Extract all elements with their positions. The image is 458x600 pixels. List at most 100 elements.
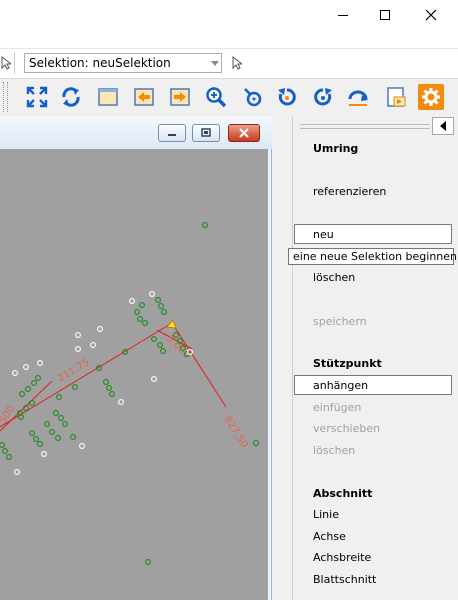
pointer-icon[interactable]: [232, 55, 244, 73]
survey-point-white: [41, 451, 47, 457]
survey-point-green: [157, 342, 163, 348]
selection-line: [0, 322, 173, 428]
survey-point-white: [97, 326, 103, 332]
frame-icon[interactable]: [95, 84, 121, 110]
survey-point-white: [118, 399, 124, 405]
survey-point-green: [6, 454, 12, 460]
refresh-icon[interactable]: [58, 84, 84, 110]
achsbreite-button[interactable]: Achsbreite: [313, 551, 371, 564]
linie-button[interactable]: Linie: [313, 508, 339, 521]
survey-point-green: [31, 380, 37, 386]
maximize-icon: [380, 10, 390, 20]
close-icon: [425, 9, 437, 21]
survey-point-green: [62, 421, 68, 427]
survey-point-green: [0, 442, 5, 448]
survey-point-white: [23, 364, 29, 370]
survey-point-green: [109, 391, 115, 397]
survey-point-white: [129, 298, 135, 304]
vertex-marker: [166, 319, 177, 329]
survey-point-green: [139, 302, 145, 308]
survey-point-white: [79, 443, 85, 449]
dimension-label: 500: [0, 404, 17, 426]
settings-icon[interactable]: [418, 84, 444, 110]
loeschen-button[interactable]: löschen: [313, 271, 355, 284]
neu-button[interactable]: neu: [313, 228, 334, 241]
survey-point-green: [58, 415, 64, 421]
survey-point-green: [29, 430, 35, 436]
chevron-down-icon[interactable]: [210, 58, 220, 71]
close-button[interactable]: [408, 0, 454, 30]
close-icon: [239, 128, 249, 138]
chevron-left-icon: [440, 121, 446, 131]
survey-point-green: [142, 320, 148, 326]
panel-splitter[interactable]: [272, 116, 292, 600]
survey-point-green: [55, 435, 61, 441]
survey-point-green: [155, 297, 161, 303]
referenzieren-button[interactable]: referenzieren: [313, 185, 386, 198]
tooltip: eine neue Selektion beginnen: [288, 248, 457, 265]
survey-point-green: [137, 316, 143, 322]
einfuegen-button[interactable]: einfügen: [313, 401, 361, 414]
survey-point-green: [2, 448, 8, 454]
survey-point-white: [151, 376, 157, 382]
survey-point-green: [145, 559, 151, 565]
child-restore-button[interactable]: [192, 124, 220, 142]
arrow-right-icon[interactable]: [167, 84, 193, 110]
dimension-label: 211,75: [56, 357, 92, 384]
loeschen-stuetzpunkt-button[interactable]: löschen: [313, 444, 355, 457]
survey-point-green: [72, 384, 78, 390]
minimize-button[interactable]: [320, 0, 366, 30]
survey-point-white: [12, 370, 18, 376]
survey-point-green: [53, 410, 59, 416]
survey-point-white: [37, 360, 43, 366]
fit-all-icon[interactable]: [24, 84, 50, 110]
survey-point-green: [35, 375, 41, 381]
rotate-right-icon[interactable]: [310, 84, 336, 110]
survey-point-green: [161, 309, 167, 315]
survey-point-green: [158, 303, 164, 309]
minimize-icon: [338, 15, 348, 16]
verschieben-button[interactable]: verschieben: [313, 422, 380, 435]
abschnitt-heading: Abschnitt: [313, 487, 373, 500]
survey-point-green: [103, 379, 109, 385]
survey-point-green: [19, 391, 25, 397]
survey-point-green: [29, 400, 35, 406]
survey-point-green: [49, 429, 55, 435]
umring-heading: Umring: [313, 142, 359, 155]
speichern-button[interactable]: speichern: [313, 315, 367, 328]
survey-point-white: [14, 469, 20, 475]
survey-point-white: [149, 291, 155, 297]
survey-point-green: [33, 436, 39, 442]
blattschnitt-button[interactable]: Blattschnitt: [313, 573, 376, 586]
zoom-in-icon[interactable]: [203, 84, 229, 110]
survey-point-green: [70, 434, 76, 440]
survey-point-white: [75, 332, 81, 338]
rotate-left-icon[interactable]: [274, 84, 300, 110]
survey-point-green: [25, 386, 31, 392]
survey-point-green: [151, 336, 157, 342]
survey-point-green: [56, 394, 62, 400]
survey-point-green: [37, 441, 43, 447]
restore-icon: [201, 128, 211, 137]
panel-grip[interactable]: [300, 124, 430, 129]
maximize-button[interactable]: [362, 0, 408, 30]
panel-collapse-button[interactable]: [432, 117, 454, 135]
selection-combobox[interactable]: Selektion: neuSelektion: [24, 53, 222, 73]
undo-arc-icon[interactable]: [345, 84, 371, 110]
child-close-button[interactable]: [228, 124, 260, 142]
child-minimize-button[interactable]: [158, 124, 186, 142]
toolbar-grip[interactable]: [3, 82, 8, 112]
pan-icon[interactable]: [240, 84, 266, 110]
survey-point-white: [90, 342, 96, 348]
toolbar-separator: [14, 52, 15, 74]
pointer-icon[interactable]: [1, 55, 13, 73]
minimize-icon: [168, 134, 176, 136]
selection-combobox-value: Selektion: neuSelektion: [29, 56, 171, 70]
achse-button[interactable]: Achse: [313, 530, 346, 543]
arrow-left-icon[interactable]: [131, 84, 157, 110]
map-canvas[interactable]: 211,75 827,50 5,000 500: [0, 149, 268, 600]
anhaengen-button[interactable]: anhängen: [313, 379, 368, 392]
selection-line: [171, 322, 227, 408]
export-icon[interactable]: [383, 84, 409, 110]
survey-point-green: [253, 440, 259, 446]
